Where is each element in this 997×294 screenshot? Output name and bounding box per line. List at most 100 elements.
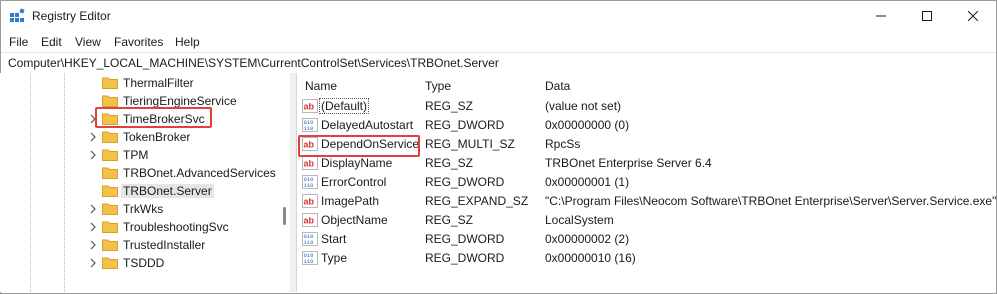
maximize-icon	[922, 11, 932, 21]
tree-item-label: TrustedInstaller	[123, 238, 206, 252]
menu-file[interactable]: File	[9, 35, 28, 49]
folder-icon	[102, 257, 118, 269]
tree-item-label: TroubleshootingSvc	[123, 220, 229, 234]
value-name: ErrorControl	[321, 175, 387, 189]
column-header-data[interactable]: Data	[545, 79, 570, 93]
tree-item-label: TrkWks	[123, 202, 164, 216]
value-data: 0x00000000 (0)	[545, 118, 630, 132]
value-row[interactable]: 010 110 DelayedAutostart REG_DWORD 0x0000…	[297, 116, 996, 135]
default-value-name: (Default)	[319, 98, 370, 114]
menu-bar: File Edit View Favorites Help	[1, 32, 996, 52]
column-header-type[interactable]: Type	[425, 79, 451, 93]
value-data: 0x00000001 (1)	[545, 175, 630, 189]
string-value-icon: ab	[302, 99, 318, 113]
value-data: 0x00000010 (16)	[545, 251, 636, 265]
svg-text:110: 110	[304, 239, 314, 246]
binary-value-icon: 010110	[302, 251, 318, 265]
svg-text:110: 110	[304, 125, 314, 132]
chevron-right-icon[interactable]	[88, 221, 98, 233]
depend-on-service-highlight	[298, 135, 420, 157]
folder-icon	[102, 95, 118, 107]
folder-icon	[102, 239, 118, 251]
value-name: ObjectName	[321, 213, 388, 227]
value-data: "C:\Program Files\Neocom Software\TRBOne…	[545, 194, 996, 208]
address-path[interactable]: Computer\HKEY_LOCAL_MACHINE\SYSTEM\Curre…	[8, 56, 499, 70]
value-type: REG_SZ	[425, 156, 474, 170]
value-type: REG_EXPAND_SZ	[425, 194, 529, 208]
address-bar[interactable]: Computer\HKEY_LOCAL_MACHINE\SYSTEM\Curre…	[1, 52, 996, 74]
svg-text:ab: ab	[304, 216, 315, 226]
registry-editor-app-icon	[10, 8, 25, 22]
tree-item[interactable]: TrustedInstaller	[0, 236, 278, 254]
folder-icon	[102, 185, 118, 197]
tree-item[interactable]: TroubleshootingSvc	[0, 218, 278, 236]
svg-text:ab: ab	[304, 197, 315, 207]
tree-item[interactable]: TPM	[0, 146, 278, 164]
value-type: REG_DWORD	[425, 118, 505, 132]
string-value-icon: ab	[302, 156, 318, 170]
folder-icon	[102, 77, 118, 89]
tree-item-label: ThermalFilter	[123, 76, 194, 90]
value-name: Type	[321, 251, 348, 265]
value-name: ImagePath	[321, 194, 380, 208]
value-row[interactable]: 010 110 Start REG_DWORD 0x00000002 (2)	[297, 230, 996, 249]
tree-item[interactable]: TrkWks	[0, 200, 278, 218]
binary-value-icon: 010110	[302, 118, 318, 132]
menu-view[interactable]: View	[75, 35, 101, 49]
maximize-button[interactable]	[904, 1, 950, 31]
chevron-right-icon[interactable]	[88, 257, 98, 269]
close-button[interactable]	[950, 1, 996, 31]
chevron-right-icon[interactable]	[88, 149, 98, 161]
minimize-button[interactable]	[858, 1, 904, 31]
value-row[interactable]: ab (Default) REG_SZ (value not set)	[297, 97, 996, 116]
value-data: RpcSs	[545, 137, 581, 151]
tree-item[interactable]: TRBOnet.AdvancedServices	[0, 164, 278, 182]
value-type: REG_DWORD	[425, 251, 505, 265]
menu-favorites[interactable]: Favorites	[114, 35, 163, 49]
title-bar: Registry Editor	[1, 1, 996, 31]
value-data: (value not set)	[545, 99, 622, 113]
tree-scrollbar[interactable]	[278, 73, 290, 292]
value-type: REG_SZ	[425, 99, 474, 113]
tree-item-label: TPM	[123, 148, 149, 162]
tree-scrollbar-thumb[interactable]	[283, 207, 286, 225]
value-type: REG_DWORD	[425, 175, 505, 189]
close-icon	[968, 11, 978, 21]
folder-icon	[102, 167, 118, 179]
value-type: REG_DWORD	[425, 232, 505, 246]
tree-item[interactable]: ThermalFilter	[0, 74, 278, 92]
svg-text:ab: ab	[304, 102, 315, 112]
minimize-icon	[876, 15, 886, 17]
folder-icon	[102, 203, 118, 215]
folder-icon	[102, 131, 118, 143]
chevron-right-icon[interactable]	[88, 131, 98, 143]
menu-edit[interactable]: Edit	[41, 35, 62, 49]
menu-help[interactable]: Help	[175, 35, 200, 49]
tree-item-selected[interactable]: TRBOnet.Server	[0, 182, 278, 200]
binary-value-icon: 010110	[302, 175, 318, 189]
svg-text:110: 110	[304, 182, 314, 189]
tree-item-label: TieringEngineService	[123, 94, 237, 108]
tree-item-label: TRBOnet.Server	[121, 184, 214, 198]
value-row[interactable]: 010 110 ErrorControl REG_DWORD 0x00000001…	[297, 173, 996, 192]
tree-item-label: TRBOnet.AdvancedServices	[123, 166, 276, 180]
value-name: (Default)	[319, 98, 370, 114]
value-name: DelayedAutostart	[321, 118, 414, 132]
chevron-right-icon[interactable]	[88, 203, 98, 215]
value-row[interactable]: ab ObjectName REG_SZ LocalSystem	[297, 211, 996, 230]
selected-key-highlight	[95, 107, 212, 128]
value-row[interactable]: 010 110 Type REG_DWORD 0x00000010 (16)	[297, 249, 996, 268]
tree-item[interactable]: TokenBroker	[0, 128, 278, 146]
values-list-pane[interactable]: Name Type Data ab (Default) REG_SZ (valu…	[296, 73, 996, 292]
value-name: DisplayName	[321, 156, 393, 170]
svg-text:110: 110	[304, 258, 314, 265]
value-name: Start	[321, 232, 347, 246]
value-type: REG_SZ	[425, 213, 474, 227]
column-header-name[interactable]: Name	[305, 79, 337, 93]
value-row[interactable]: ab ImagePath REG_EXPAND_SZ "C:\Program F…	[297, 192, 996, 211]
key-tree-pane[interactable]: ThermalFilter TieringEngineService TimeB…	[0, 73, 290, 292]
tree-item[interactable]: TSDDD	[0, 254, 278, 272]
folder-icon	[102, 149, 118, 161]
chevron-right-icon[interactable]	[88, 239, 98, 251]
value-data: LocalSystem	[545, 213, 614, 227]
